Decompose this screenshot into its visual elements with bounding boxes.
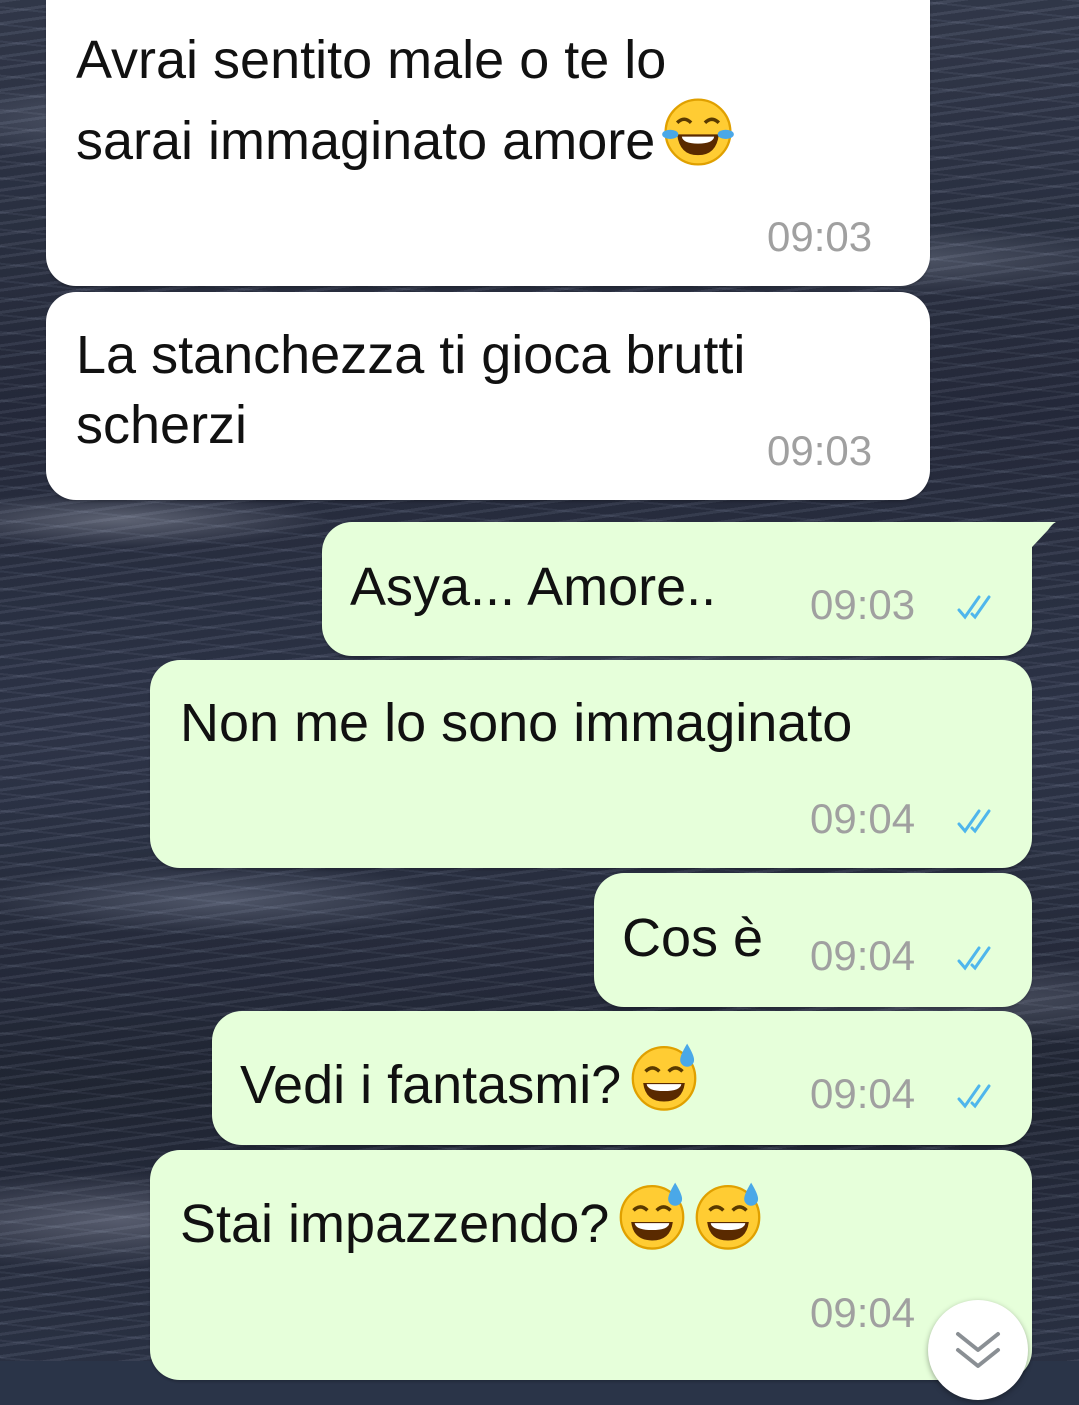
read-receipt-icon — [957, 946, 991, 971]
message-timestamp: 09:03 — [767, 213, 873, 260]
message-timestamp: 09:04 — [810, 795, 916, 842]
message-timestamp: 09:03 — [767, 427, 873, 474]
message-timestamp: 09:04 — [810, 932, 916, 979]
message-timestamp: 09:04 — [810, 1289, 916, 1336]
message-bubble-incoming[interactable]: Avrai sentito male o te lo sarai immagin… — [46, 0, 930, 286]
message-bubble-outgoing[interactable]: Stai impazzendo? 09:04 — [150, 1150, 1032, 1380]
joy-emoji — [662, 98, 735, 166]
message-text: Avrai sentito male o te lo sarai immagin… — [76, 25, 735, 176]
message-text: Asya... Amore.. — [350, 557, 717, 617]
message-bubble-outgoing[interactable]: Asya... Amore.. 09:03 — [322, 522, 1032, 656]
message-bubble-outgoing[interactable]: Non me lo sono immaginato 09:04 — [150, 660, 1032, 868]
read-receipt-icon — [957, 809, 991, 834]
grinning-sweat-emoji — [695, 1182, 761, 1250]
message-text: Non me lo sono immaginato — [180, 693, 853, 753]
message-text: Cos è — [622, 908, 764, 968]
message-bubble-outgoing[interactable]: Cos è 09:04 — [594, 873, 1032, 1007]
double-chevron-down-icon — [956, 1332, 1000, 1368]
message-text: Vedi i fantasmi? — [240, 1039, 701, 1120]
message-bubble-incoming[interactable]: La stanchezza ti gioca brutti scherzi 09… — [46, 292, 930, 500]
grinning-sweat-emoji — [619, 1182, 685, 1250]
read-receipt-icon — [957, 1084, 991, 1109]
scroll-to-bottom-button[interactable] — [928, 1300, 1028, 1400]
message-text: Stai impazzendo? — [180, 1178, 765, 1259]
message-timestamp: 09:03 — [810, 581, 916, 628]
read-receipt-icon — [957, 595, 991, 620]
message-text: La stanchezza ti gioca brutti scherzi — [76, 325, 746, 455]
message-bubble-outgoing[interactable]: Vedi i fantasmi? 09:04 — [212, 1011, 1032, 1145]
message-timestamp: 09:04 — [810, 1070, 916, 1117]
bubble-tail — [1018, 522, 1056, 562]
grinning-sweat-emoji — [631, 1043, 697, 1111]
